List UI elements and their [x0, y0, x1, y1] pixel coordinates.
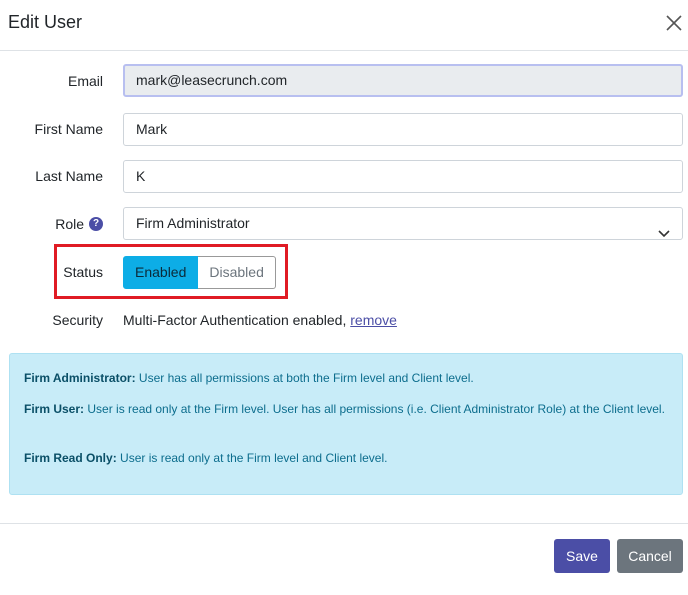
modal-title: Edit User [8, 12, 83, 32]
email-field: mark@leasecrunch.com [123, 64, 683, 97]
status-label: Status [63, 264, 103, 280]
info-term: Firm Read Only: [24, 451, 117, 465]
info-item: Firm Read Only: User is read only at the… [24, 450, 668, 467]
status-toggle[interactable]: Enabled Disabled [123, 256, 276, 289]
role-label: Role [55, 216, 84, 232]
first-name-field[interactable]: Mark [123, 113, 683, 146]
cancel-button[interactable]: Cancel [617, 539, 683, 573]
status-enabled-option[interactable]: Enabled [123, 256, 199, 289]
info-desc: User has all permissions at both the Fir… [135, 371, 474, 385]
close-icon[interactable] [663, 12, 685, 34]
mfa-status-text: Multi-Factor Authentication enabled, [123, 312, 347, 328]
status-disabled-option[interactable]: Disabled [198, 256, 276, 289]
info-item: Firm Administrator: User has all permiss… [24, 370, 668, 387]
role-select-value: Firm Administrator [136, 215, 250, 231]
role-select[interactable]: Firm Administrator [123, 207, 683, 240]
last-name-field[interactable]: K [123, 160, 683, 193]
email-label: Email [67, 73, 103, 89]
help-icon[interactable]: ? [89, 217, 103, 231]
info-desc: User is read only at the Firm level and … [116, 451, 388, 465]
save-button[interactable]: Save [554, 539, 610, 573]
role-info-box: Firm Administrator: User has all permiss… [9, 353, 683, 495]
info-item: Firm User: User is read only at the Firm… [24, 401, 668, 418]
remove-mfa-link[interactable]: remove [350, 312, 397, 328]
first-name-label: First Name [34, 121, 103, 137]
info-term: Firm Administrator: [24, 371, 136, 385]
modal-header: Edit User [0, 0, 688, 51]
security-label: Security [52, 312, 103, 328]
modal-footer: Save Cancel [0, 523, 688, 595]
security-status: Multi-Factor Authentication enabled, rem… [123, 312, 397, 328]
last-name-label: Last Name [35, 168, 103, 184]
info-desc: User is read only at the Firm level. Use… [84, 402, 665, 416]
info-term: Firm User: [24, 402, 85, 416]
chevron-down-icon [658, 219, 670, 238]
edit-user-modal: Edit User Email mark@leasecrunch.com Fir… [0, 0, 688, 594]
